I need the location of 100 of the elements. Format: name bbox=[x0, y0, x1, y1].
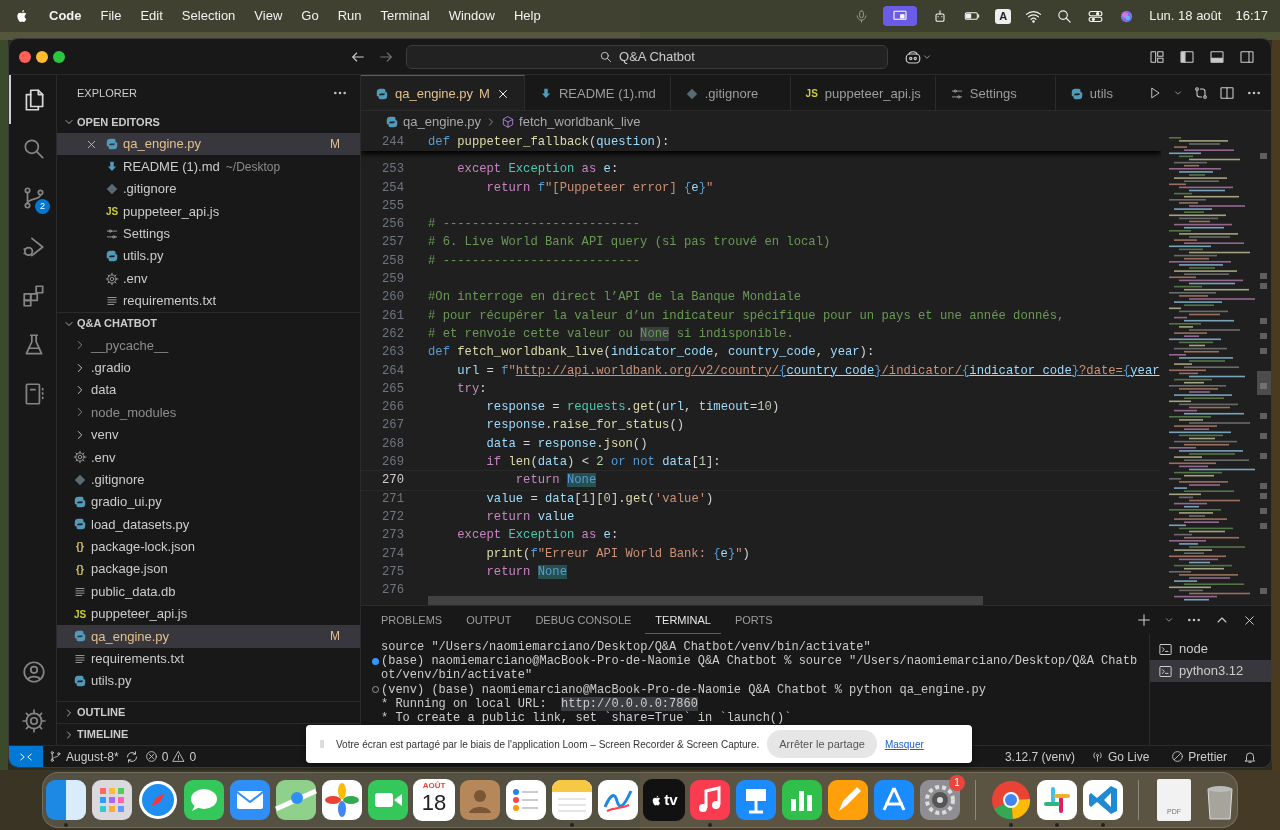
pen-stroke-icon[interactable] bbox=[597, 779, 639, 821]
bar-chart-icon[interactable] bbox=[781, 779, 823, 821]
editor-tab[interactable]: JS puppeteer_api.js bbox=[790, 75, 936, 110]
folder-row[interactable]: venv bbox=[57, 423, 360, 447]
bell-icon[interactable] bbox=[1243, 749, 1257, 764]
hash-logo-icon[interactable] bbox=[1036, 779, 1078, 821]
tv-app-icon[interactable]: tv bbox=[643, 779, 685, 821]
file-row[interactable]: utils.py bbox=[57, 244, 360, 268]
editor-tab[interactable]: README (1).md bbox=[524, 75, 671, 110]
compass-icon[interactable] bbox=[137, 779, 179, 821]
layout-icon[interactable] bbox=[1179, 48, 1195, 65]
account-icon[interactable] bbox=[20, 658, 47, 685]
minimize-button[interactable] bbox=[36, 50, 48, 63]
panel-tab[interactable]: TERMINAL bbox=[645, 606, 721, 634]
calendar-app-icon[interactable]: AOÛT 18 bbox=[413, 779, 455, 821]
file-row[interactable]: .env bbox=[57, 267, 360, 290]
file-row[interactable]: load_datasets.py bbox=[57, 513, 360, 536]
zoom-button[interactable] bbox=[53, 50, 65, 63]
file-row[interactable]: gradio_ui.py bbox=[57, 490, 360, 514]
file-row[interactable]: Settings bbox=[57, 222, 360, 245]
menu-item[interactable]: Code bbox=[49, 6, 82, 26]
settings-icon[interactable] bbox=[20, 707, 47, 734]
interpreter-button[interactable]: 3.12.7 (venv) bbox=[1004, 747, 1075, 766]
app-grid-icon[interactable] bbox=[91, 779, 133, 821]
menu-item[interactable]: Help bbox=[513, 6, 541, 26]
layout-icon[interactable] bbox=[1239, 48, 1255, 65]
panel-tab[interactable]: PROBLEMS bbox=[371, 606, 453, 634]
pen-icon[interactable] bbox=[827, 779, 869, 821]
terminal-item[interactable]: python3.12 bbox=[1150, 660, 1271, 682]
caret-icon[interactable] bbox=[1164, 615, 1174, 625]
section-header[interactable]: OPEN EDITORS bbox=[57, 111, 360, 133]
split-editor-icon[interactable] bbox=[1219, 84, 1236, 101]
circle-logo-icon[interactable] bbox=[990, 779, 1032, 821]
command-center-search[interactable]: Q&A Chatbot bbox=[406, 44, 888, 69]
remote-button[interactable] bbox=[9, 745, 43, 767]
file-row[interactable]: utils.py bbox=[57, 670, 360, 693]
file-row[interactable]: public_data.db bbox=[57, 580, 360, 603]
menu-item[interactable]: Edit bbox=[140, 6, 163, 26]
menu-item[interactable]: File bbox=[100, 6, 122, 26]
activity-bar-item[interactable]: 2 bbox=[9, 173, 56, 222]
menu-item[interactable]: Selection bbox=[181, 6, 236, 26]
file-row[interactable]: JS puppeteer_api.js bbox=[57, 200, 360, 223]
file-row[interactable]: requirements.txt bbox=[57, 647, 360, 670]
sync-icon[interactable] bbox=[124, 749, 139, 764]
hide-link[interactable]: Masquer bbox=[884, 736, 924, 752]
app-store-icon[interactable] bbox=[873, 779, 915, 821]
panel-tab[interactable]: DEBUG CONSOLE bbox=[525, 606, 642, 634]
folder-row[interactable]: .gradio bbox=[57, 356, 360, 379]
ribbon-logo-icon[interactable] bbox=[1082, 779, 1124, 821]
checklist-icon[interactable] bbox=[505, 779, 547, 821]
file-row[interactable]: .gitignore bbox=[57, 177, 360, 201]
section-header[interactable]: OUTLINE bbox=[57, 701, 360, 723]
flower-icon[interactable] bbox=[321, 779, 363, 821]
video-camera-icon[interactable] bbox=[367, 779, 409, 821]
file-row[interactable]: qa_engine.py M bbox=[57, 133, 360, 156]
split-tile-icon[interactable] bbox=[45, 779, 87, 821]
panel-tab[interactable]: OUTPUT bbox=[456, 606, 522, 634]
editor-tab[interactable]: .gitignore bbox=[670, 75, 791, 110]
horizontal-scrollbar[interactable] bbox=[428, 596, 983, 605]
podium-icon[interactable] bbox=[735, 779, 777, 821]
file-row[interactable]: JS puppeteer_api.js bbox=[57, 602, 360, 626]
breadcrumb-item[interactable]: qa_engine.py bbox=[385, 112, 482, 132]
layout-icon[interactable] bbox=[1209, 48, 1225, 65]
menu-item[interactable]: View bbox=[254, 6, 283, 26]
folder-row[interactable]: data bbox=[57, 378, 360, 402]
screen-share-button[interactable] bbox=[883, 6, 918, 26]
prettier-button[interactable]: Prettier bbox=[1165, 747, 1233, 766]
editor-tab[interactable]: Settings bbox=[935, 75, 1056, 110]
file-row[interactable]: README (1).md ~/Desktop bbox=[57, 155, 360, 178]
file-row[interactable]: .gitignore bbox=[57, 468, 360, 491]
branch-button[interactable]: August-8* bbox=[43, 747, 125, 766]
search-icon[interactable] bbox=[1056, 7, 1074, 25]
menu-item[interactable]: Run bbox=[337, 6, 362, 26]
envelope-icon[interactable] bbox=[229, 779, 271, 821]
layout-icon[interactable] bbox=[1149, 48, 1165, 65]
menu-item[interactable]: Terminal bbox=[380, 6, 430, 26]
menu-item[interactable]: Window bbox=[448, 6, 495, 26]
section-header[interactable]: Q&A CHATBOT bbox=[57, 312, 360, 335]
file-row[interactable]: {} package.json bbox=[57, 558, 360, 581]
file-row[interactable]: qa_engine.py M bbox=[57, 625, 360, 648]
music-note-icon[interactable] bbox=[689, 779, 731, 821]
speech-bubble-icon[interactable] bbox=[183, 779, 225, 821]
breadcrumb-item[interactable]: fetch_worldbank_live bbox=[501, 112, 641, 132]
plus-icon[interactable] bbox=[1136, 612, 1152, 628]
stop-sharing-button[interactable]: Arrêter le partage bbox=[767, 729, 877, 759]
menu-item[interactable]: Go bbox=[301, 6, 319, 26]
editor-tab[interactable]: qa_engine.py M bbox=[361, 75, 525, 110]
folder-row[interactable]: node_modules bbox=[57, 401, 360, 424]
map-icon[interactable] bbox=[275, 779, 317, 821]
panel-tab[interactable]: PORTS bbox=[724, 606, 783, 634]
go-live-button[interactable]: Go Live bbox=[1084, 747, 1156, 766]
notepad-icon[interactable] bbox=[551, 779, 593, 821]
gear-icon[interactable] bbox=[919, 779, 961, 821]
file-row[interactable]: .env bbox=[57, 446, 360, 469]
file-row[interactable]: requirements.txt bbox=[57, 289, 360, 313]
folder-row[interactable]: __pycache__ bbox=[57, 334, 360, 357]
compare-icon[interactable] bbox=[1192, 84, 1209, 101]
close-button[interactable] bbox=[19, 50, 31, 63]
terminal-item[interactable]: node bbox=[1150, 638, 1271, 660]
file-row[interactable]: {} package-lock.json bbox=[57, 535, 360, 559]
